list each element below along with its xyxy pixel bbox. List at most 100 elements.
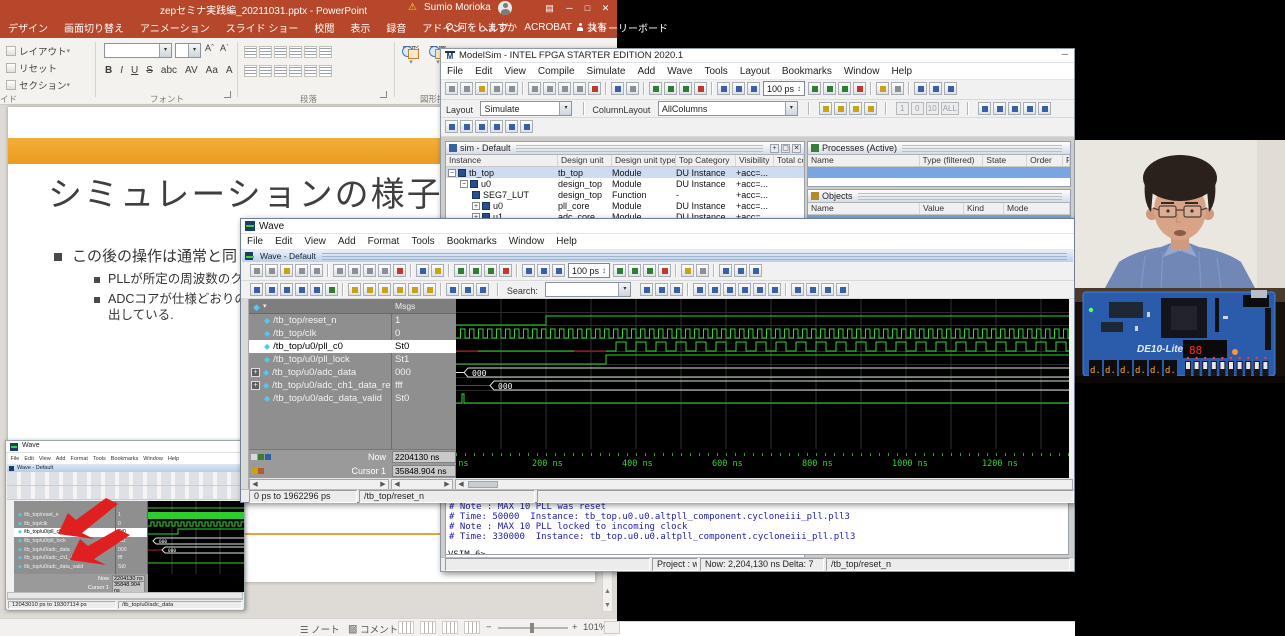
copy-icon[interactable] — [543, 82, 556, 95]
wave-signal-row[interactable]: ◆/tb_top/u0/adc_data_validSt0 — [249, 392, 456, 405]
menu-item[interactable]: Bookmarks — [776, 66, 838, 77]
ribbon-tab[interactable]: 校閲 — [306, 20, 342, 35]
open-icon[interactable] — [460, 82, 473, 95]
zoom-in-icon[interactable] — [693, 283, 706, 296]
menu-item[interactable]: Add — [332, 236, 362, 247]
format-aa-button[interactable]: Aa — [203, 65, 221, 76]
zoom-range-icon[interactable] — [505, 120, 518, 133]
processes-column-headers[interactable]: NameType (filtered)StateOrderParent Path — [808, 155, 1070, 167]
search-input[interactable]: ▾ — [545, 282, 631, 297]
ribbon-display-options-button[interactable]: ▤ — [540, 0, 559, 17]
ribbon-tab[interactable]: 表示 — [342, 20, 378, 35]
save-icon[interactable] — [475, 82, 488, 95]
waveform-canvas[interactable]: 000 000 — [456, 299, 1069, 449]
save-icon[interactable] — [280, 264, 293, 277]
break-red-icon[interactable] — [853, 82, 866, 95]
font-size-combo[interactable]: ▾ — [175, 43, 201, 58]
menu-item[interactable]: Tools — [90, 456, 108, 462]
move-up-icon[interactable] — [719, 264, 732, 277]
break-icon[interactable] — [499, 264, 512, 277]
menu-item[interactable]: Window — [838, 66, 886, 77]
font-name-combo[interactable]: ▾ — [104, 43, 172, 58]
panel-grip[interactable] — [858, 193, 1062, 200]
increase-indent-icon[interactable] — [289, 46, 302, 58]
menu-item[interactable]: Bookmarks — [108, 456, 141, 462]
minimize-button[interactable]: ─ — [560, 0, 579, 17]
radix-0-button[interactable]: 0 — [911, 102, 924, 115]
expand-icon[interactable]: + — [251, 381, 260, 390]
format-b-button[interactable]: B — [102, 65, 115, 76]
run-continue-icon[interactable] — [628, 264, 641, 277]
meter-1-icon[interactable] — [791, 283, 804, 296]
reset-button[interactable]: リセット — [6, 61, 57, 75]
objects-panel-header[interactable]: Objects — [808, 190, 1070, 203]
column-header[interactable]: State — [983, 155, 1027, 166]
notes-button[interactable]: ☰ ノート — [300, 622, 340, 636]
wave-signal-row[interactable]: ◆/tb_top/reset_n1 — [249, 314, 456, 327]
wave-pair-1-icon[interactable] — [819, 102, 832, 115]
cursor-lock-icons[interactable] — [249, 468, 275, 474]
radix-1-button[interactable]: 1 — [896, 102, 909, 115]
justify-icon[interactable] — [289, 65, 302, 77]
zoom-out-button[interactable]: − — [486, 622, 492, 633]
column-header[interactable]: Name — [808, 155, 920, 166]
column-header[interactable]: Design unit type — [612, 155, 676, 166]
menu-item[interactable]: Edit — [269, 236, 298, 247]
move-down-icon[interactable] — [944, 82, 957, 95]
objects-column-headers[interactable]: NameValueKindMode — [808, 203, 1070, 215]
modelsim-home-icon[interactable] — [626, 82, 639, 95]
column-header[interactable]: Total coverage — [774, 155, 804, 166]
simulate-icon[interactable] — [679, 82, 692, 95]
sim-column-headers[interactable]: InstanceDesign unitDesign unit typeTop C… — [446, 155, 804, 167]
columns-icon[interactable] — [304, 65, 317, 77]
section-button[interactable]: セクション ▾ — [6, 78, 70, 92]
menu-item[interactable]: Edit — [469, 66, 498, 77]
wave-pair-3-icon[interactable] — [849, 102, 862, 115]
menu-item[interactable]: Tools — [405, 236, 440, 247]
cut-icon[interactable] — [333, 264, 346, 277]
menu-item[interactable]: File — [8, 456, 22, 462]
cursor-toolbox-icons[interactable] — [249, 454, 275, 460]
maximize-button[interactable]: □ — [578, 0, 597, 17]
msgs-column-header[interactable]: Msgs — [395, 301, 415, 311]
columnlayout-combo[interactable]: AllColumns▾ — [658, 101, 798, 116]
break-red-icon[interactable] — [658, 264, 671, 277]
meter-3-icon[interactable] — [821, 283, 834, 296]
column-header[interactable]: Type (filtered) — [920, 155, 984, 166]
sim-tree-row[interactable]: SEG7_LUTdesign_topFunction-+acc=... — [446, 189, 804, 200]
mini-wave-scrollbar[interactable] — [7, 592, 243, 599]
line-spacing-icon[interactable] — [304, 46, 317, 58]
avatar[interactable] — [498, 1, 512, 15]
column-header[interactable]: Top Category — [676, 155, 736, 166]
column-header[interactable]: Instance — [446, 155, 558, 166]
menu-item[interactable]: View — [298, 236, 332, 247]
paste-icon[interactable] — [558, 82, 571, 95]
move-up-icon[interactable] — [914, 82, 927, 95]
select-mode-icon[interactable] — [250, 283, 263, 296]
menu-item[interactable]: Format — [68, 456, 90, 462]
menu-item[interactable]: Add — [631, 66, 661, 77]
add-wave-icon[interactable] — [522, 264, 535, 277]
format-i-button[interactable]: I — [117, 65, 126, 76]
menu-item[interactable]: File — [241, 236, 269, 247]
menu-item[interactable]: Help — [165, 456, 181, 462]
wave-expand-icon[interactable] — [408, 283, 421, 296]
wave-signal-row[interactable]: +◆/tb_top/u0/adc_data000 — [249, 366, 456, 379]
panel-add-icon[interactable]: + — [770, 144, 779, 153]
compile-icon[interactable] — [649, 82, 662, 95]
processes-selected-row[interactable] — [808, 167, 1070, 178]
shrink-font-button[interactable]: Aˋ — [217, 43, 232, 53]
menu-item[interactable]: Format — [362, 236, 406, 247]
time-spinner-icon[interactable]: ↕ — [602, 266, 606, 275]
layout-button[interactable]: レイアウト ▾ — [6, 44, 70, 58]
reload-icon[interactable] — [295, 264, 308, 277]
smartart-icon[interactable] — [319, 65, 332, 77]
format-av-button[interactable]: AV — [182, 65, 201, 76]
ribbon-tab[interactable]: デザイン — [0, 20, 56, 35]
find-up-icon[interactable] — [655, 283, 668, 296]
menu-item[interactable]: View — [36, 456, 53, 462]
group-right-icon[interactable] — [461, 283, 474, 296]
align-left-icon[interactable] — [244, 65, 257, 77]
wave-copy-icon[interactable] — [363, 283, 376, 296]
compile-all-icon[interactable] — [664, 82, 677, 95]
